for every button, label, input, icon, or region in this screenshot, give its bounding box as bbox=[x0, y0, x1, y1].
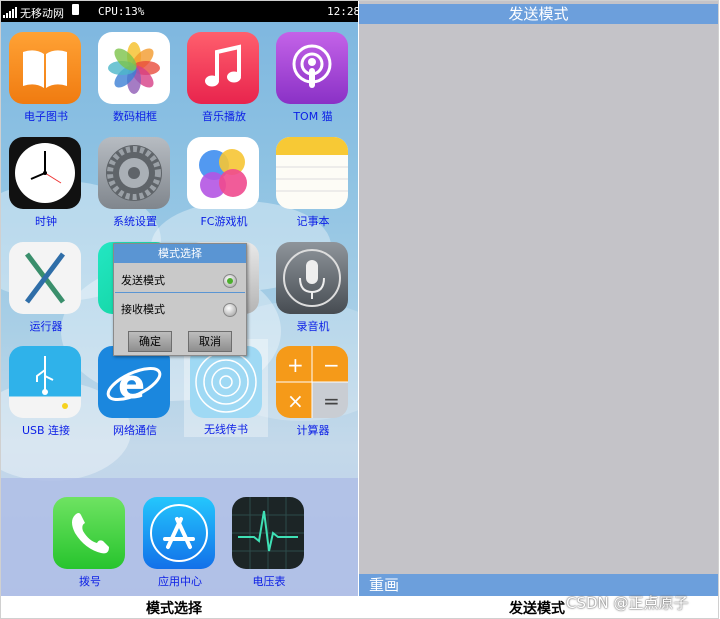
usb-icon bbox=[9, 346, 81, 418]
settings-gear-icon bbox=[98, 137, 170, 209]
internet-explorer-icon: e bbox=[98, 346, 170, 418]
app-label: 音乐播放 bbox=[202, 110, 246, 123]
radio-selected-icon[interactable] bbox=[223, 274, 237, 288]
caption-left: 模式选择 bbox=[146, 601, 202, 617]
radio-unselected-icon[interactable] bbox=[223, 303, 237, 317]
sim-card-icon bbox=[72, 4, 79, 15]
caption-right: 发送模式 bbox=[509, 601, 565, 617]
watermark: CSDN @正点原子 bbox=[566, 594, 689, 612]
microphone-icon bbox=[276, 242, 348, 314]
app-label: 网络通信 bbox=[113, 424, 157, 437]
music-icon bbox=[187, 32, 259, 104]
dialog-title: 模式选择 bbox=[114, 244, 246, 263]
app-label: 录音机 bbox=[296, 320, 330, 333]
cpu-usage: CPU:13% bbox=[98, 5, 145, 18]
app-label: 运行器 bbox=[29, 320, 63, 333]
home-screen: 无移动网 CPU:13% 12:28 电子图书 数码相框 音乐播放 TOM 猫 … bbox=[1, 1, 358, 596]
cancel-button[interactable]: 取消 bbox=[188, 331, 232, 352]
app-label: FC游戏机 bbox=[200, 215, 248, 228]
signal-icon bbox=[3, 6, 19, 18]
svg-text:×: × bbox=[287, 389, 304, 413]
option-label: 发送模式 bbox=[121, 274, 165, 287]
svg-text:+: + bbox=[287, 353, 304, 377]
voltmeter-icon bbox=[232, 497, 304, 569]
osx-x-icon bbox=[9, 242, 81, 314]
podcast-icon bbox=[276, 32, 348, 104]
app-label: 记事本 bbox=[296, 215, 330, 228]
carrier-text: 无移动网 bbox=[20, 7, 64, 20]
redraw-button[interactable]: 重画 bbox=[369, 574, 399, 596]
book-icon bbox=[9, 32, 81, 104]
option-label: 接收模式 bbox=[121, 303, 165, 316]
photos-icon bbox=[98, 32, 170, 104]
send-mode-screen: 发送模式 重画 bbox=[359, 1, 718, 596]
option-receive-mode[interactable]: 接收模式 bbox=[115, 298, 245, 322]
wireless-icon bbox=[190, 346, 262, 418]
dock: 拨号 应用中心 电压表 bbox=[1, 478, 358, 596]
app-label: 系统设置 bbox=[113, 215, 157, 228]
ok-button[interactable]: 确定 bbox=[128, 331, 172, 352]
app-label: 数码相框 bbox=[113, 110, 157, 123]
status-bar: 无移动网 CPU:13% 12:28 bbox=[1, 1, 358, 22]
clock-icon bbox=[9, 137, 81, 209]
app-label: 拨号 bbox=[79, 575, 101, 588]
clock-time: 12:28 bbox=[327, 5, 358, 18]
option-send-mode[interactable]: 发送模式 bbox=[115, 269, 245, 293]
app-label: 时钟 bbox=[35, 215, 57, 228]
mode-select-dialog: 模式选择 发送模式 接收模式 确定 取消 bbox=[113, 243, 247, 356]
app-store-icon bbox=[143, 497, 215, 569]
send-mode-title: 发送模式 bbox=[359, 4, 718, 24]
app-label: TOM 猫 bbox=[293, 110, 333, 123]
app-label: USB 连接 bbox=[21, 424, 71, 437]
app-label: 电子图书 bbox=[24, 110, 68, 123]
calculator-icon: + − × = bbox=[276, 346, 348, 418]
svg-text:=: = bbox=[323, 389, 340, 413]
svg-text:−: − bbox=[323, 353, 340, 377]
app-label: 应用中心 bbox=[158, 575, 202, 588]
app-label: 无线传书 bbox=[204, 423, 248, 436]
phone-icon bbox=[53, 497, 125, 569]
notes-icon bbox=[276, 137, 348, 209]
svg-text:e: e bbox=[118, 362, 145, 408]
app-label: 计算器 bbox=[296, 424, 330, 437]
app-label: 电压表 bbox=[252, 575, 286, 588]
game-center-icon bbox=[187, 137, 259, 209]
